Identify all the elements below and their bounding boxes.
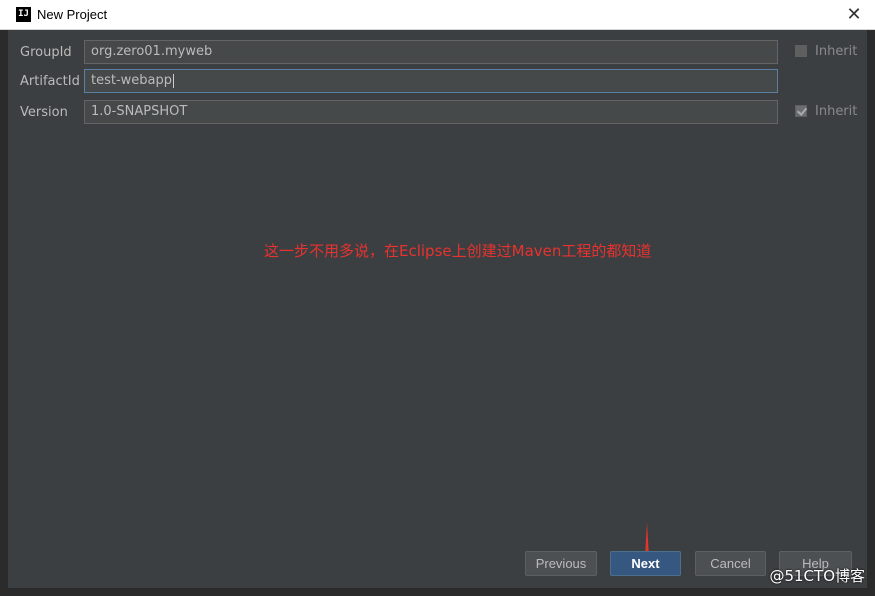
version-label: Version	[20, 105, 68, 120]
annotation-text: 这一步不用多说，在Eclipse上创建过Maven工程的都知道	[264, 242, 652, 260]
version-row: Version 1.0-SNAPSHOT Inherit	[8, 100, 867, 126]
watermark: @51CTO博客	[769, 567, 865, 585]
close-icon[interactable]: ✕	[841, 3, 867, 27]
window-title: New Project	[37, 7, 108, 22]
next-button[interactable]: Next	[610, 551, 681, 576]
artifact-id-label: ArtifactId	[20, 74, 80, 89]
dialog-content: GroupId org.zero01.myweb Inherit Artifac…	[8, 30, 867, 588]
group-id-row: GroupId org.zero01.myweb Inherit	[8, 40, 867, 66]
window-frame-bottom	[0, 588, 875, 596]
intellij-app-icon: IJ	[16, 7, 31, 22]
previous-button[interactable]: Previous	[525, 551, 597, 576]
artifact-id-row: ArtifactId test-webapp	[8, 69, 867, 95]
version-inherit-label: Inherit	[815, 104, 858, 119]
checkbox-checked-icon	[795, 105, 807, 117]
artifact-id-value: test-webapp	[91, 73, 173, 88]
checkbox-unchecked-icon	[795, 45, 807, 57]
version-input[interactable]: 1.0-SNAPSHOT	[84, 100, 778, 124]
group-id-inherit-label: Inherit	[815, 44, 858, 59]
group-id-input[interactable]: org.zero01.myweb	[84, 40, 778, 64]
group-id-label: GroupId	[20, 45, 72, 60]
artifact-id-input[interactable]: test-webapp	[84, 69, 778, 93]
text-caret	[173, 73, 175, 88]
cancel-button[interactable]: Cancel	[695, 551, 766, 576]
window-frame-left	[0, 30, 8, 596]
title-bar: IJ New Project ✕	[0, 0, 875, 30]
window-frame-right	[867, 30, 875, 596]
